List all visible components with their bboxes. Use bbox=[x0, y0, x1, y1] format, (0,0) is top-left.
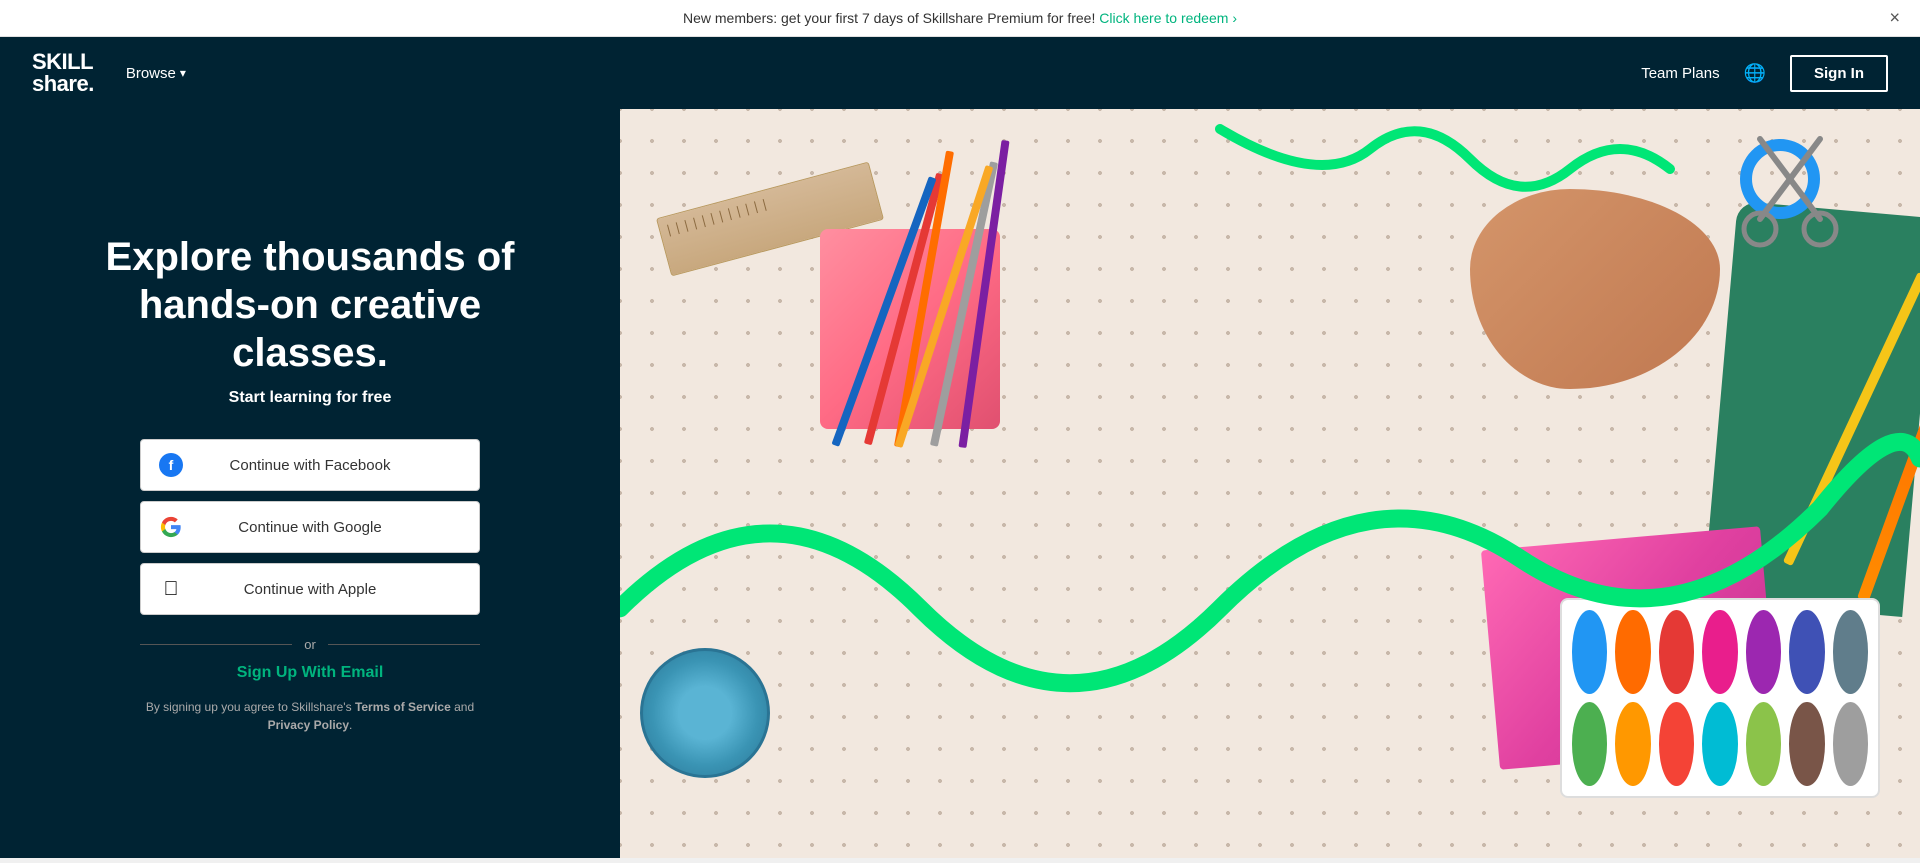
palette-color-dot bbox=[1615, 702, 1650, 786]
green-rope-decoration bbox=[620, 109, 1920, 309]
hero-subheadline: Start learning for free bbox=[229, 389, 392, 407]
banner-link[interactable]: Click here to redeem › bbox=[1099, 10, 1237, 26]
navbar: SKILL share. Browse ▾ Team Plans 🌐 Sign … bbox=[0, 37, 1920, 109]
or-divider: or bbox=[140, 637, 480, 652]
logo-text: SKILL share. bbox=[32, 51, 94, 95]
apple-icon:  bbox=[159, 577, 183, 601]
palette-color-dot bbox=[1615, 610, 1650, 694]
left-panel: Explore thousands of hands-on creative c… bbox=[0, 109, 620, 858]
or-text: or bbox=[292, 637, 328, 652]
palette-color-dot bbox=[1746, 610, 1781, 694]
signup-email-button[interactable]: Sign Up With Email bbox=[237, 664, 384, 682]
google-auth-label: Continue with Google bbox=[141, 519, 479, 536]
watercolor-palette-decoration bbox=[1560, 598, 1880, 798]
palette-color-dot bbox=[1702, 702, 1737, 786]
top-banner: New members: get your first 7 days of Sk… bbox=[0, 0, 1920, 37]
palette-color-dot bbox=[1572, 610, 1607, 694]
globe-icon[interactable]: 🌐 bbox=[1744, 63, 1766, 84]
google-icon bbox=[159, 515, 183, 539]
palette-color-dot bbox=[1833, 702, 1868, 786]
palette-color-dot bbox=[1659, 610, 1694, 694]
apple-auth-label: Continue with Apple bbox=[141, 581, 479, 598]
facebook-auth-label: Continue with Facebook bbox=[141, 457, 479, 474]
pegboard-background bbox=[620, 109, 1920, 858]
sign-in-button[interactable]: Sign In bbox=[1790, 55, 1888, 92]
banner-text: New members: get your first 7 days of Sk… bbox=[683, 10, 1095, 26]
facebook-icon: f bbox=[159, 453, 183, 477]
nav-right: Team Plans 🌐 Sign In bbox=[1641, 55, 1888, 92]
browse-chevron-icon: ▾ bbox=[180, 66, 186, 80]
palette-color-dot bbox=[1833, 610, 1868, 694]
google-auth-button[interactable]: Continue with Google bbox=[140, 501, 480, 553]
terms-text: By signing up you agree to Skillshare's … bbox=[140, 698, 480, 734]
browse-button[interactable]: Browse ▾ bbox=[126, 65, 186, 82]
palette-color-dot bbox=[1789, 702, 1824, 786]
terms-link[interactable]: Terms of Service bbox=[355, 700, 451, 714]
palette-color-dot bbox=[1702, 610, 1737, 694]
palette-color-dot bbox=[1746, 702, 1781, 786]
right-panel bbox=[620, 109, 1920, 858]
palette-color-dot bbox=[1572, 702, 1607, 786]
facebook-auth-button[interactable]: f Continue with Facebook bbox=[140, 439, 480, 491]
duct-tape-decoration bbox=[640, 648, 770, 778]
apple-auth-button[interactable]:  Continue with Apple bbox=[140, 563, 480, 615]
hero-headline: Explore thousands of hands-on creative c… bbox=[60, 233, 560, 377]
palette-color-dot bbox=[1659, 702, 1694, 786]
privacy-link[interactable]: Privacy Policy bbox=[268, 718, 349, 732]
main-content: Explore thousands of hands-on creative c… bbox=[0, 109, 1920, 858]
logo: SKILL share. bbox=[32, 51, 94, 95]
banner-close-button[interactable]: × bbox=[1889, 8, 1900, 29]
palette-color-dot bbox=[1789, 610, 1824, 694]
team-plans-link[interactable]: Team Plans bbox=[1641, 65, 1719, 82]
